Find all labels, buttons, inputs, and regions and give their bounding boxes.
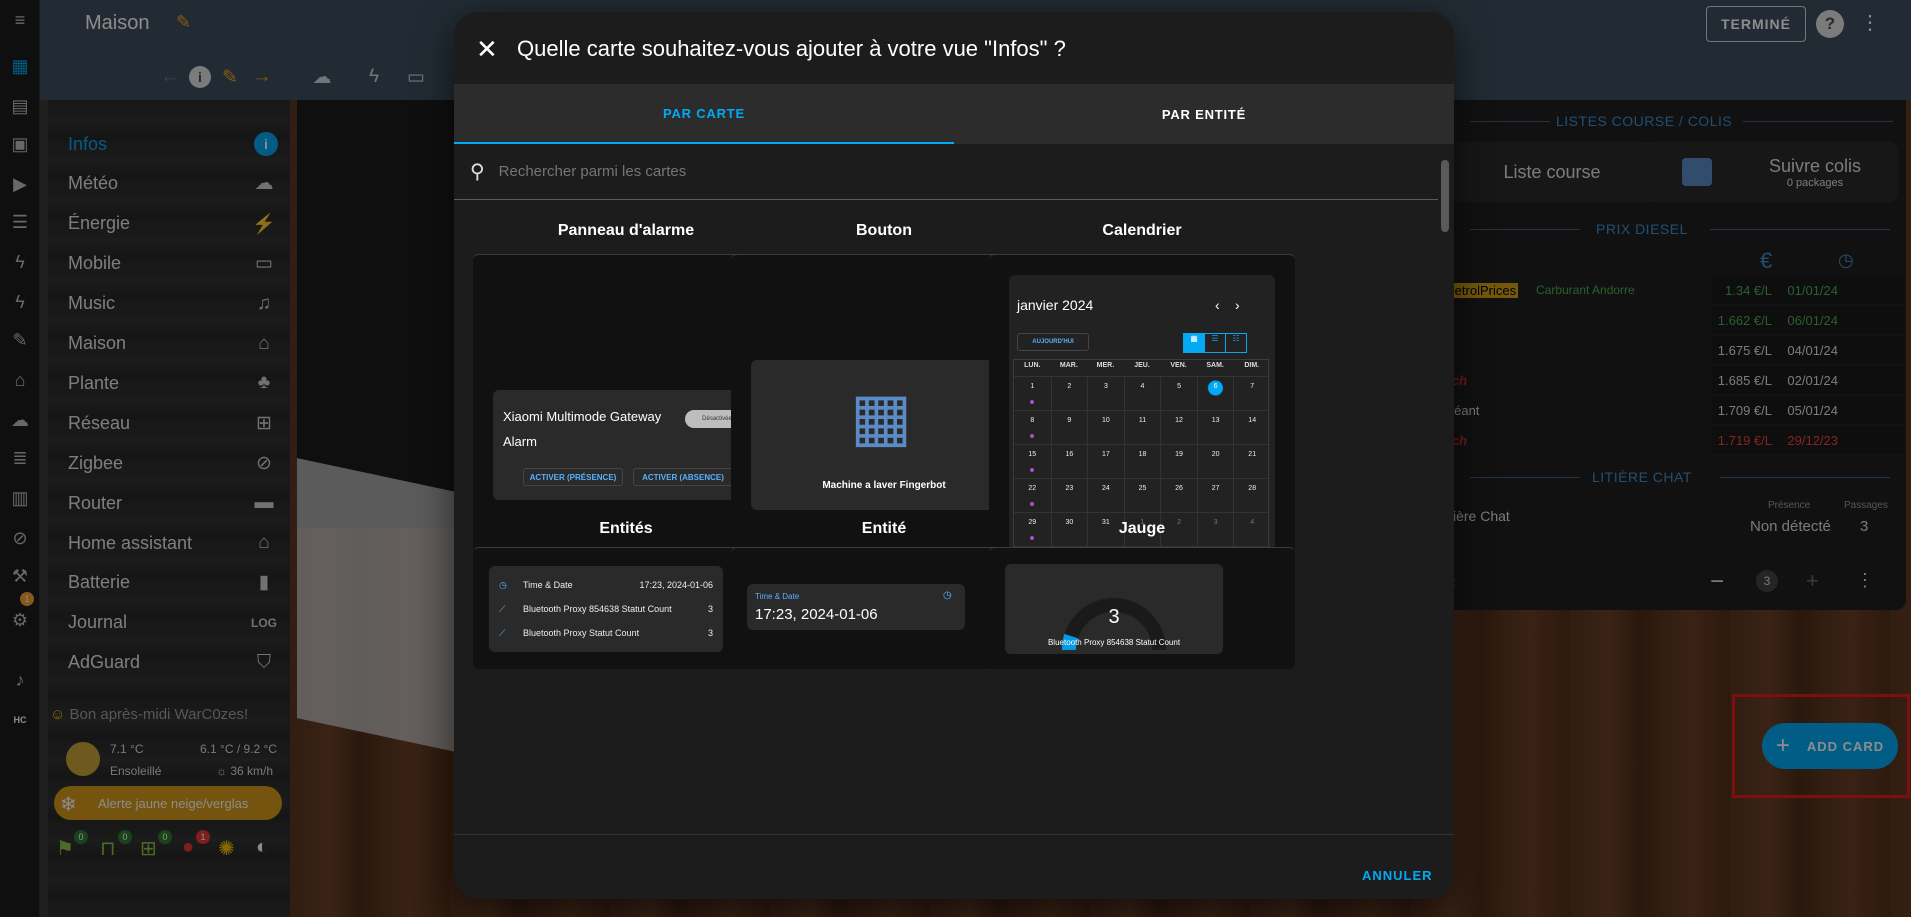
chart-icon: ⟋: [499, 604, 506, 614]
calendar-cell: 9: [1050, 410, 1088, 444]
gauge-value: 3: [1108, 606, 1120, 628]
cancel-button[interactable]: ANNULER: [1362, 868, 1433, 883]
calendar-clock-icon: ◷: [499, 580, 507, 590]
card-gauge-label: Jauge: [1118, 520, 1166, 537]
entity-preview: Time & Date ◷ 17:23, 2024-01-06: [747, 584, 965, 630]
calendar-day-header: MER.: [1096, 362, 1115, 369]
search-input[interactable]: [498, 163, 1199, 180]
calendar-cell: 14: [1233, 410, 1270, 444]
gauge-name: Bluetooth Proxy 854638 Statut Count: [1047, 638, 1181, 647]
calendar-day-header: LUN.: [1024, 362, 1041, 369]
calendar-cell: 11: [1123, 410, 1161, 444]
calendar-cell: 1: [1014, 376, 1051, 410]
entity-row-value: 3: [707, 604, 713, 614]
scrollbar-thumb[interactable]: [1441, 160, 1449, 232]
calendar-cell: 16: [1050, 444, 1088, 478]
calendar-cell: 13: [1196, 410, 1234, 444]
tab-by-entity[interactable]: PAR ENTITÉ: [954, 84, 1454, 144]
calendar-cell: 2: [1050, 376, 1088, 410]
arm-home-button: ACTIVER (PRÉSENCE): [523, 468, 623, 486]
search-icon: ⚲: [470, 161, 485, 183]
calendar-cell: 5: [1160, 376, 1197, 410]
calendar-cell: 21: [1233, 444, 1270, 478]
calendar-cell: 27: [1196, 478, 1234, 512]
search-bar: ⚲: [454, 144, 1438, 200]
calendar-cell: 18: [1123, 444, 1161, 478]
calendar-cell: 19: [1160, 444, 1197, 478]
gauge-preview: 3 Bluetooth Proxy 854638 Statut Count: [1005, 564, 1223, 654]
calendar-clock-icon: ◷: [943, 590, 952, 601]
calendar-cell: 20: [1196, 444, 1234, 478]
alarm-preview: Xiaomi Multimode Gateway Alarm Désactivé…: [493, 390, 759, 500]
entity-row-name: Time & Date: [523, 580, 573, 590]
calendar-cell: 28: [1233, 478, 1270, 512]
scrollbar[interactable]: [1438, 152, 1452, 852]
button-name: Machine a laver Fingerbot: [822, 480, 946, 491]
entities-preview: ◷ Time & Date 17:23, 2024-01-06 ⟋ Bluetooth …: [489, 566, 723, 652]
calendar-cell: 25: [1123, 478, 1161, 512]
entity-value: 17:23, 2024-01-06: [755, 606, 878, 623]
calendar-cell: 3: [1087, 376, 1124, 410]
entity-row-value: 17:23, 2024-01-06: [639, 580, 713, 590]
chart-icon: ⟋: [499, 628, 506, 638]
calendar-cell: 22: [1014, 478, 1051, 512]
calendar-cell: 26: [1160, 478, 1197, 512]
entity-row-name: Bluetooth Proxy 854638 Statut Count: [523, 604, 672, 614]
button-preview: ▦ Machine a laver Fingerbot: [751, 360, 1017, 510]
calendar-cell: 7: [1233, 376, 1270, 410]
calendar-cell: 6: [1196, 376, 1234, 410]
calendar-day-header: JEU.: [1134, 362, 1150, 369]
dialog-title: Quelle carte souhaitez-vous ajouter à vo…: [517, 36, 1066, 61]
calendar-cell: 10: [1087, 410, 1124, 444]
entity-row-name: Bluetooth Proxy Statut Count: [523, 628, 640, 638]
footer-divider: [454, 834, 1454, 835]
calendar-day-header: MAR.: [1059, 362, 1078, 369]
calendar-cell: 4: [1123, 376, 1161, 410]
chevron-right-icon: ›: [1235, 297, 1240, 313]
entity-row-value: 3: [707, 628, 713, 638]
today-button: AUJOURD'HUI: [1017, 333, 1089, 351]
close-icon[interactable]: ✕: [476, 34, 498, 65]
calendar-cell: 24: [1087, 478, 1124, 512]
alarm-name: Xiaomi Multimode Gateway Alarm: [503, 409, 662, 449]
calendar-month: janvier 2024: [1017, 297, 1094, 313]
calendar-cell: 17: [1087, 444, 1124, 478]
calendar-day-header: SAM.: [1206, 362, 1224, 369]
dialog-tabs: PAR CARTE PAR ENTITÉ: [454, 84, 1454, 144]
entity-name: Time & Date: [755, 592, 800, 601]
card-gauge[interactable]: 3 Bluetooth Proxy 854638 Statut Count: [989, 547, 1295, 669]
arm-away-button: ACTIVER (ABSENCE): [633, 468, 733, 486]
tab-by-card[interactable]: PAR CARTE: [454, 84, 954, 144]
calendar-cell: 8: [1014, 410, 1051, 444]
calendar-day-header: VEN.: [1170, 362, 1187, 369]
calendar-cell: 15: [1014, 444, 1051, 478]
calendar-cell: 23: [1050, 478, 1088, 512]
calendar-cell: 12: [1160, 410, 1197, 444]
chevron-left-icon: ‹: [1215, 297, 1220, 313]
card-calendar-label: Calendrier: [1102, 222, 1182, 239]
calendar-day-header: DIM.: [1244, 362, 1260, 369]
add-card-dialog: ✕ Quelle carte souhaitez-vous ajouter à …: [454, 12, 1454, 899]
calendar-view-toggle: ▦ ☰ ☷: [1183, 333, 1247, 353]
calendar-clock-icon: ▦: [849, 378, 913, 453]
